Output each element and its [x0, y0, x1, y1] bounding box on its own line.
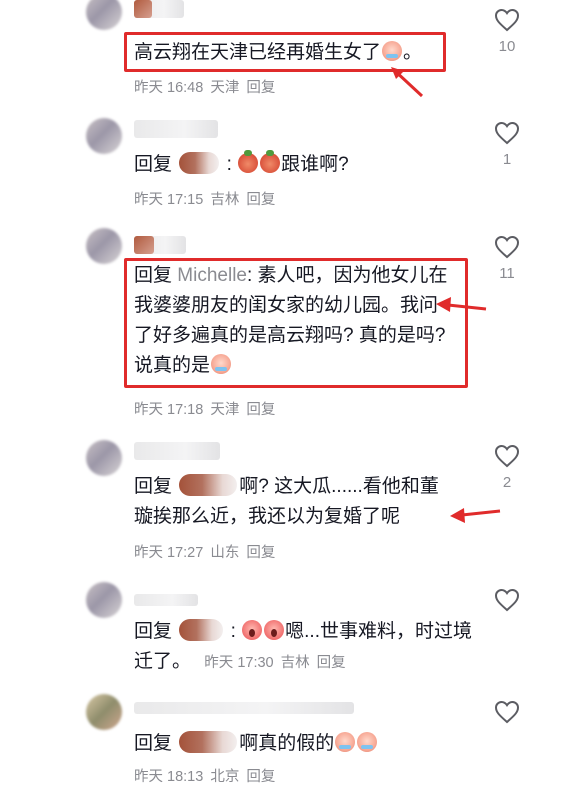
- like-button[interactable]: 1: [493, 121, 521, 169]
- comment-text: 回复 啊真的假的: [134, 729, 474, 759]
- reply-link[interactable]: 回复: [246, 545, 275, 561]
- like-button[interactable]: 2: [493, 444, 521, 492]
- reply-link[interactable]: 回复: [246, 192, 275, 208]
- annotation-arrow-icon: [436, 297, 487, 312]
- reply-prefix: 回复: [134, 621, 173, 642]
- cry-emoji-icon: [357, 732, 378, 752]
- avatar[interactable]: [86, 228, 122, 264]
- heart-outline-icon: [494, 121, 520, 145]
- comment-meta: 昨天 17:15 吉林 回复: [134, 191, 282, 209]
- mention-redacted[interactable]: [179, 474, 238, 496]
- username-redacted[interactable]: [134, 0, 184, 18]
- heart-outline-icon: [494, 235, 520, 259]
- comment-location: 天津: [210, 402, 240, 418]
- reply-link[interactable]: 回复: [246, 769, 275, 785]
- comment-text: 回复 : 嗯...世事难料，时过境迁了。 昨天 17:30 吉林 回复: [134, 619, 472, 672]
- avatar[interactable]: [86, 440, 122, 476]
- annotation-arrow-icon: [391, 67, 424, 98]
- like-button[interactable]: [493, 700, 521, 724]
- comment-time: 昨天 17:18: [134, 402, 204, 418]
- username-redacted[interactable]: [134, 594, 198, 606]
- username-redacted[interactable]: [134, 120, 218, 138]
- reply-prefix: 回复: [134, 476, 173, 497]
- angry-emoji-icon: [238, 150, 259, 173]
- comment-location: 山东: [210, 545, 240, 561]
- avatar[interactable]: [86, 694, 122, 730]
- heart-outline-icon: [494, 8, 520, 32]
- like-count: 11: [499, 265, 515, 282]
- annotation-box: [124, 258, 468, 388]
- like-button[interactable]: [493, 588, 521, 612]
- reply-link[interactable]: 回复: [317, 655, 346, 671]
- mention-redacted[interactable]: [179, 152, 220, 174]
- comment-meta: 昨天 16:48 天津 回复: [134, 79, 282, 97]
- avatar[interactable]: [86, 118, 122, 154]
- angry-emoji-icon: [260, 150, 281, 173]
- comment-text: 回复 : 跟谁啊?: [134, 150, 349, 175]
- comment-location: 吉林: [280, 655, 310, 671]
- like-count: 2: [502, 474, 512, 491]
- comment-time: 昨天 16:48: [134, 80, 204, 96]
- reply-link[interactable]: 回复: [246, 80, 275, 96]
- heart-outline-icon: [494, 444, 520, 468]
- like-count: 1: [502, 151, 512, 168]
- comment-time: 昨天 17:27: [134, 545, 204, 561]
- like-button[interactable]: 11: [493, 235, 521, 283]
- comment-meta: 昨天 17:27 山东 回复: [134, 544, 282, 562]
- mention-redacted[interactable]: [179, 619, 224, 641]
- heart-outline-icon: [494, 588, 520, 612]
- comment-time: 昨天 18:13: [134, 769, 204, 785]
- comment-time: 昨天 17:15: [134, 192, 204, 208]
- like-button[interactable]: 10: [493, 8, 521, 56]
- cry-emoji-icon: [335, 732, 356, 752]
- comment-time: 昨天 17:30: [204, 655, 274, 671]
- comment-meta: 昨天 18:13 北京 回复: [134, 768, 282, 786]
- like-count: 10: [498, 38, 516, 55]
- scream-emoji-icon: [264, 620, 285, 640]
- comment-location: 吉林: [210, 192, 240, 208]
- avatar[interactable]: [86, 582, 122, 618]
- comment-text: 回复 啊? 这大瓜......看他和董璇挨那么近，我还以为复婚了呢: [134, 474, 439, 527]
- annotation-arrow-icon: [450, 508, 501, 523]
- scream-emoji-icon: [242, 620, 263, 640]
- comment-location: 天津: [210, 80, 240, 96]
- username-redacted[interactable]: [134, 236, 186, 254]
- reply-prefix: 回复: [134, 154, 173, 175]
- reply-link[interactable]: 回复: [246, 402, 275, 418]
- reply-prefix: 回复: [134, 733, 173, 754]
- username-redacted[interactable]: [134, 442, 220, 460]
- comment-location: 北京: [210, 769, 240, 785]
- username-redacted[interactable]: [134, 702, 354, 714]
- mention-redacted[interactable]: [179, 731, 238, 753]
- avatar[interactable]: [86, 0, 122, 30]
- heart-outline-icon: [494, 700, 520, 724]
- comment-meta: 昨天 17:30 吉林 回复: [204, 655, 352, 671]
- comment-meta: 昨天 17:18 天津 回复: [134, 401, 282, 419]
